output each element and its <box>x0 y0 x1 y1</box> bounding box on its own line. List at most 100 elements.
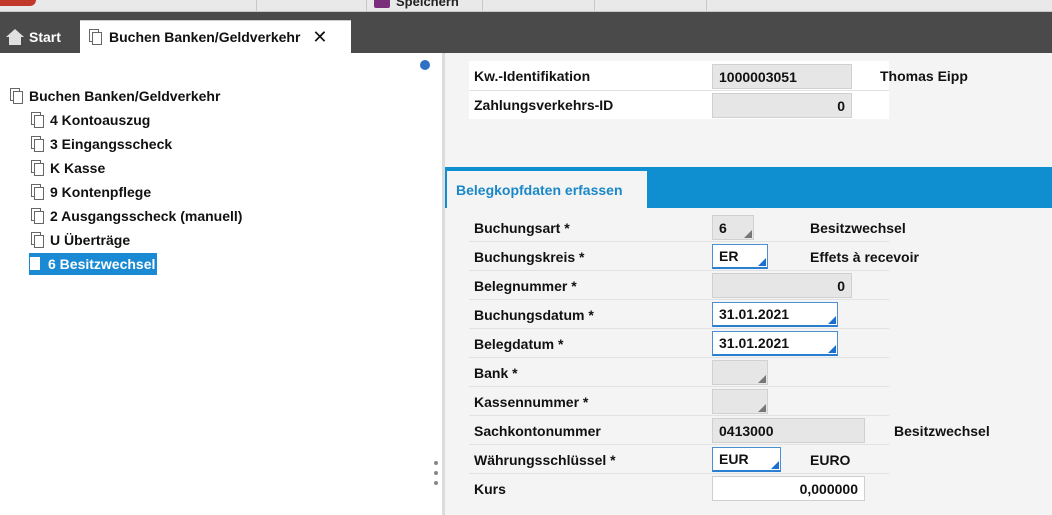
row-divider <box>469 386 889 387</box>
kw-name: Thomas Eipp <box>880 68 968 84</box>
document-icon <box>31 183 45 201</box>
document-icon <box>31 135 45 153</box>
document-icon <box>31 111 45 129</box>
belegnummer-value: 0 <box>837 277 845 294</box>
toolbar-divider <box>366 0 367 11</box>
tree-item-eingangsscheck[interactable]: 3 Eingangsscheck <box>31 133 172 155</box>
tab-start[interactable]: Start <box>0 20 78 53</box>
tree-item-label: 9 Kontenpflege <box>50 184 152 200</box>
zv-id-field: 0 <box>712 93 852 118</box>
tree-item-ausgangsscheck[interactable]: 2 Ausgangsscheck (manuell) <box>31 205 242 227</box>
buchungskreis-desc: Effets à recevoir <box>810 249 919 265</box>
kurs-input[interactable]: 0,000000 <box>712 476 865 501</box>
tree-item-label: K Kasse <box>50 160 106 176</box>
row-divider <box>469 444 889 445</box>
belegnummer-field: 0 <box>712 273 852 298</box>
belegdatum-value: 31.01.2021 <box>719 335 790 351</box>
tree-root-label: Buchen Banken/Geldverkehr <box>29 88 221 104</box>
buchungskreis-select[interactable]: ER <box>712 244 768 269</box>
zv-id-label: Zahlungsverkehrs-ID <box>474 97 614 113</box>
bank-select[interactable] <box>712 360 768 385</box>
tree-item-kontenpflege[interactable]: 9 Kontenpflege <box>31 181 151 203</box>
navigation-tree-panel: Buchen Banken/Geldverkehr 4 Kontoauszug … <box>0 53 442 515</box>
belegdatum-label: Belegdatum * <box>474 336 564 352</box>
splitter-handle[interactable] <box>434 461 440 491</box>
tree-item-label: 2 Ausgangsscheck (manuell) <box>50 208 243 224</box>
tab-active-label: Buchen Banken/Geldverkehr <box>109 29 301 45</box>
kw-id-label: Kw.-Identifikation <box>474 68 591 84</box>
save-button-label: Speichern <box>396 0 459 9</box>
buchungsdatum-value: 31.01.2021 <box>719 306 790 322</box>
document-icon <box>31 231 45 249</box>
tree-item-label: 4 Kontoauszug <box>50 112 151 128</box>
toolbar-divider <box>706 0 707 11</box>
row-divider <box>469 328 889 329</box>
waehrung-value: EUR <box>719 451 749 467</box>
document-icon <box>10 87 24 105</box>
buchungsart-label: Buchungsart * <box>474 220 570 236</box>
buchungskreis-value: ER <box>719 248 739 264</box>
calendar-corner-icon <box>828 345 836 353</box>
app-logo-fragment <box>0 0 36 6</box>
tab-start-label: Start <box>29 28 61 45</box>
home-icon <box>6 28 24 45</box>
kassennummer-label: Kassennummer * <box>474 394 589 410</box>
tab-buchen-banken[interactable]: Buchen Banken/Geldverkehr ✕ <box>80 20 351 53</box>
tree-item-uebertraege[interactable]: U Überträge <box>31 229 130 251</box>
row-divider <box>469 473 889 474</box>
toolbar-divider <box>256 0 257 11</box>
sachkonto-value: 0413000 <box>719 422 774 439</box>
tree-item-label: 6 Besitzwechsel <box>48 256 156 272</box>
save-button[interactable]: Speichern <box>374 0 459 10</box>
dropdown-corner-icon <box>744 230 752 238</box>
document-icon <box>29 256 43 273</box>
section-tab-belegkopfdaten[interactable]: Belegkopfdaten erfassen <box>447 171 647 208</box>
sachkonto-desc: Besitzwechsel <box>894 423 990 439</box>
floppy-disk-icon <box>374 0 390 8</box>
kassennummer-select[interactable] <box>712 389 768 414</box>
form-panel: Kw.-Identifikation 1000003051 Thomas Eip… <box>445 53 1052 515</box>
belegdatum-input[interactable]: 31.01.2021 <box>712 331 838 356</box>
kw-id-value: 1000003051 <box>719 68 797 85</box>
tree-item-besitzwechsel[interactable]: 6 Besitzwechsel <box>29 253 158 275</box>
tree-item-kontoauszug[interactable]: 4 Kontoauszug <box>31 109 150 131</box>
belegnummer-label: Belegnummer * <box>474 278 577 294</box>
kurs-value: 0,000000 <box>799 480 858 497</box>
status-dot-icon <box>420 60 430 70</box>
waehrung-select[interactable]: EUR <box>712 447 781 472</box>
row-divider <box>469 357 889 358</box>
tab-bar: Start Buchen Banken/Geldverkehr ✕ <box>0 12 1052 53</box>
row-divider <box>469 299 889 300</box>
row-divider <box>469 270 889 271</box>
document-icon <box>31 207 45 225</box>
row-divider <box>469 90 889 91</box>
toolbar-divider <box>482 0 483 11</box>
document-icon <box>31 159 45 177</box>
tree-item-label: U Überträge <box>50 232 131 248</box>
row-divider <box>469 241 889 242</box>
dropdown-corner-icon <box>758 404 766 412</box>
tree-item-kasse[interactable]: K Kasse <box>31 157 105 179</box>
dropdown-corner-icon <box>771 461 779 469</box>
sachkonto-field: 0413000 <box>712 418 865 443</box>
waehrung-label: Währungsschlüssel * <box>474 452 616 468</box>
close-tab-icon[interactable]: ✕ <box>312 27 327 48</box>
kw-id-field: 1000003051 <box>712 64 852 89</box>
section-title: Belegkopfdaten erfassen <box>456 181 623 198</box>
toolbar-divider <box>594 0 595 11</box>
buchungsart-value: 6 <box>719 219 727 236</box>
buchungskreis-label: Buchungskreis * <box>474 249 585 265</box>
waehrung-desc: EURO <box>810 452 851 468</box>
buchungsart-desc: Besitzwechsel <box>810 220 906 236</box>
buchungsdatum-label: Buchungsdatum * <box>474 307 594 323</box>
row-divider <box>469 415 889 416</box>
tree-item-label: 3 Eingangsscheck <box>50 136 173 152</box>
document-icon <box>89 28 103 46</box>
dropdown-corner-icon <box>758 258 766 266</box>
top-toolbar: Speichern <box>0 0 1052 12</box>
tree-root[interactable]: Buchen Banken/Geldverkehr <box>10 85 220 107</box>
dropdown-corner-icon <box>758 375 766 383</box>
bank-label: Bank * <box>474 365 518 381</box>
buchungsart-select[interactable]: 6 <box>712 215 754 240</box>
buchungsdatum-input[interactable]: 31.01.2021 <box>712 302 838 327</box>
